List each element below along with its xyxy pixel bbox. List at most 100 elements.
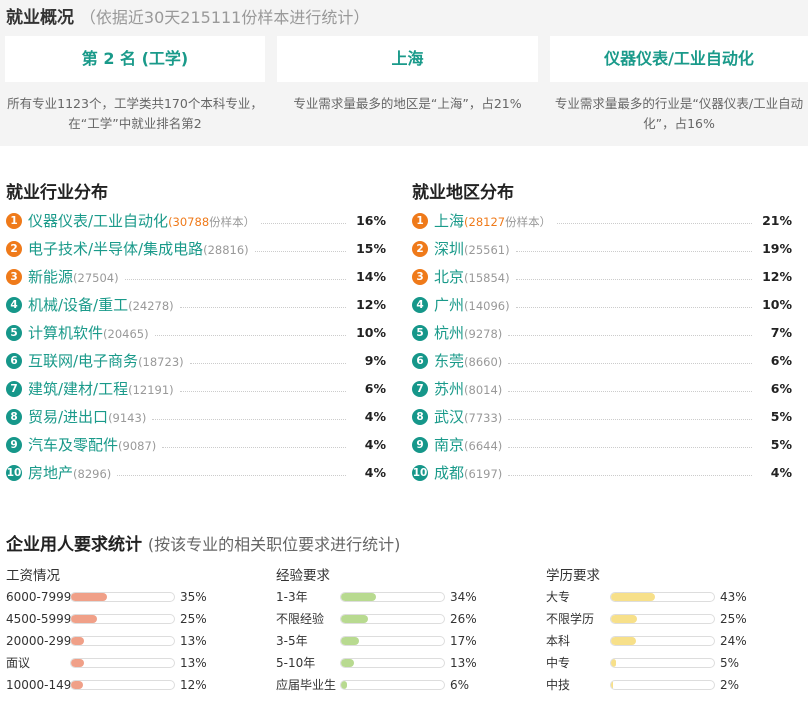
experience-bar (340, 614, 445, 624)
rank-badge: 8 (412, 409, 428, 425)
region-row[interactable]: 1 上海(28127份样本） 21% (412, 210, 796, 232)
region-name-link[interactable]: 东莞(8660) (434, 350, 502, 373)
salary-bar-fill (71, 637, 85, 645)
region-row[interactable]: 8 武汉(7733) 5% (412, 406, 796, 428)
industry-row[interactable]: 9 汽车及零配件(9087) 4% (6, 434, 390, 456)
region-name-link[interactable]: 北京(15854) (434, 266, 510, 289)
region-percent: 19% (762, 241, 792, 256)
industry-name: 计算机软件 (28, 324, 104, 342)
experience-row: 1-3年 34% (276, 588, 536, 606)
industry-count: (8296) (73, 467, 112, 481)
region-name-link[interactable]: 杭州(9278) (434, 322, 502, 345)
industry-name-link[interactable]: 房地产(8296) (28, 462, 111, 485)
salary-bar (70, 592, 175, 602)
education-title: 学历要求 (546, 568, 600, 584)
region-name: 东莞 (434, 352, 465, 370)
experience-title: 经验要求 (276, 568, 330, 584)
leader-dots (508, 419, 752, 420)
industry-name: 新能源 (28, 268, 74, 286)
overview-card-rank-label: 第 2 名 (工学) (81, 49, 189, 68)
region-row[interactable]: 9 南京(6644) 5% (412, 434, 796, 456)
salary-percent: 13% (180, 634, 207, 648)
industry-count: (27504) (73, 271, 119, 285)
salary-label: 4500-5999 (6, 612, 72, 626)
region-name-link[interactable]: 南京(6644) (434, 434, 502, 457)
industry-name-link[interactable]: 新能源(27504) (28, 266, 119, 289)
region-name: 南京 (434, 436, 465, 454)
education-bar (610, 636, 715, 646)
industry-row[interactable]: 7 建筑/建材/工程(12191) 6% (6, 378, 390, 400)
industry-row[interactable]: 2 电子技术/半导体/集成电路(28816) 15% (6, 238, 390, 260)
education-row: 中技 2% (546, 676, 806, 694)
education-label: 不限学历 (546, 612, 595, 626)
rank-badge: 4 (412, 297, 428, 313)
region-row[interactable]: 10 成都(6197) 4% (412, 462, 796, 484)
region-row[interactable]: 3 北京(15854) 12% (412, 266, 796, 288)
rank-badge: 9 (412, 437, 428, 453)
overview-subtitle: （依据近30天215111份样本进行统计） (79, 8, 370, 27)
industry-name-link[interactable]: 互联网/电子商务(18723) (28, 350, 184, 373)
region-row[interactable]: 5 杭州(9278) 7% (412, 322, 796, 344)
industry-row[interactable]: 3 新能源(27504) 14% (6, 266, 390, 288)
industry-name-link[interactable]: 计算机软件(20465) (28, 322, 149, 345)
education-bar-fill (611, 593, 656, 601)
rank-badge: 1 (412, 213, 428, 229)
region-count: (9278) (464, 327, 503, 341)
experience-bar-fill (341, 659, 355, 667)
industry-row[interactable]: 10 房地产(8296) 4% (6, 462, 390, 484)
region-row[interactable]: 7 苏州(8014) 6% (412, 378, 796, 400)
experience-row: 5-10年 13% (276, 654, 536, 672)
salary-percent: 25% (180, 612, 207, 626)
industry-count: (30788 (168, 215, 210, 229)
industry-row[interactable]: 8 贸易/进出口(9143) 4% (6, 406, 390, 428)
region-name-link[interactable]: 广州(14096) (434, 294, 510, 317)
industry-name-link[interactable]: 电子技术/半导体/集成电路(28816) (28, 238, 249, 261)
region-name-link[interactable]: 武汉(7733) (434, 406, 502, 429)
overview-desc-industry: 专业需求量最多的行业是“仪器仪表/工业自动化”，占16% (554, 96, 804, 131)
industry-percent: 4% (364, 409, 386, 424)
leader-dots (508, 335, 752, 336)
leader-dots (117, 475, 346, 476)
experience-bar-fill (341, 681, 348, 689)
industry-percent: 9% (364, 353, 386, 368)
industry-row[interactable]: 1 仪器仪表/工业自动化(30788份样本） 16% (6, 210, 390, 232)
leader-dots (155, 335, 346, 336)
region-count: (14096) (464, 299, 510, 313)
industry-name-link[interactable]: 汽车及零配件(9087) (28, 434, 156, 457)
industry-name-link[interactable]: 机械/设备/重工(24278) (28, 294, 174, 317)
salary-title: 工资情况 (6, 568, 60, 584)
region-name-link[interactable]: 上海(28127份样本） (434, 210, 551, 233)
industry-row[interactable]: 5 计算机软件(20465) 10% (6, 322, 390, 344)
rank-badge: 3 (412, 269, 428, 285)
experience-row: 不限经验 26% (276, 610, 536, 628)
region-name-link[interactable]: 深圳(25561) (434, 238, 510, 261)
rank-badge: 8 (6, 409, 22, 425)
region-name-link[interactable]: 苏州(8014) (434, 378, 502, 401)
region-row[interactable]: 6 东莞(8660) 6% (412, 350, 796, 372)
industry-row[interactable]: 4 机械/设备/重工(24278) 12% (6, 294, 390, 316)
region-name-link[interactable]: 成都(6197) (434, 462, 502, 485)
requirements-title-text: 企业用人要求统计 (6, 535, 142, 555)
overview-title: 就业概况 （依据近30天215111份样本进行统计） (6, 3, 369, 28)
experience-bar-fill (341, 593, 377, 601)
industry-name-link[interactable]: 贸易/进出口(9143) (28, 406, 146, 429)
industry-count: (28816) (203, 243, 249, 257)
salary-row: 20000-2999 13% (6, 632, 266, 650)
region-row[interactable]: 2 深圳(25561) 19% (412, 238, 796, 260)
industry-name: 汽车及零配件 (28, 436, 119, 454)
region-percent: 6% (770, 381, 792, 396)
salary-label: 面议 (6, 656, 31, 670)
region-name: 上海 (434, 212, 465, 230)
industry-count: (24278) (128, 299, 174, 313)
industry-name-link[interactable]: 建筑/建材/工程(12191) (28, 378, 174, 401)
region-name: 北京 (434, 268, 465, 286)
salary-percent: 12% (180, 678, 207, 692)
industry-name-link[interactable]: 仪器仪表/工业自动化(30788份样本） (28, 210, 255, 233)
region-row[interactable]: 4 广州(14096) 10% (412, 294, 796, 316)
education-percent: 25% (720, 612, 747, 626)
industry-sample-suffix: 份样本） (209, 215, 256, 229)
industry-name: 建筑/建材/工程 (28, 380, 129, 398)
industry-row[interactable]: 6 互联网/电子商务(18723) 9% (6, 350, 390, 372)
education-label: 中技 (546, 678, 571, 692)
experience-percent: 17% (450, 634, 477, 648)
